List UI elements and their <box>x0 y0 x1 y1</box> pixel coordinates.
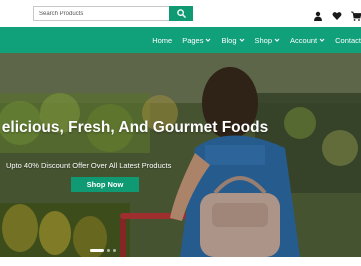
chevron-down-icon <box>206 38 211 42</box>
chevron-down-icon <box>319 38 325 42</box>
shop-now-button[interactable]: Shop Now <box>71 177 139 192</box>
search-input[interactable] <box>33 6 169 21</box>
top-icons <box>313 8 361 21</box>
page-below-hero <box>0 257 361 266</box>
nav-item-blog[interactable]: Blog <box>221 36 244 45</box>
nav-label: Account <box>290 35 318 45</box>
hero-title: elicious, Fresh, And Gourmet Foods <box>1 119 269 136</box>
hero-slider: elicious, Fresh, And Gourmet Foods Upto … <box>0 53 361 257</box>
cart-icon[interactable] <box>351 8 361 21</box>
chevron-down-icon <box>274 38 280 42</box>
top-bar <box>0 0 361 27</box>
search-button[interactable] <box>169 6 193 21</box>
slider-dot[interactable] <box>113 249 116 252</box>
slider-dot[interactable] <box>107 249 110 252</box>
nav-item-account[interactable]: Account <box>290 36 325 45</box>
nav-label: Pages <box>182 35 204 45</box>
slider-pagination <box>90 249 116 252</box>
nav-label: Home <box>152 35 173 45</box>
nav-label: Blog <box>221 35 237 45</box>
main-nav: Home Pages Blog Shop Account Contact <box>0 27 361 53</box>
slider-dot-active[interactable] <box>90 249 104 252</box>
nav-item-shop[interactable]: Shop <box>255 36 281 45</box>
nav-item-home[interactable]: Home <box>152 36 172 45</box>
nav-item-contact[interactable]: Contact <box>335 36 361 45</box>
chevron-down-icon <box>239 38 244 42</box>
nav-label: Shop <box>254 35 273 45</box>
nav-item-pages[interactable]: Pages <box>182 36 211 45</box>
user-icon[interactable] <box>313 8 323 21</box>
hero-overlay <box>0 53 361 257</box>
hero-subtitle: Upto 40% Discount Offer Over All Latest … <box>6 161 172 170</box>
heart-icon[interactable] <box>332 8 342 20</box>
nav-label: Contact <box>335 35 361 45</box>
search-icon <box>176 9 186 18</box>
search-bar <box>33 6 193 21</box>
